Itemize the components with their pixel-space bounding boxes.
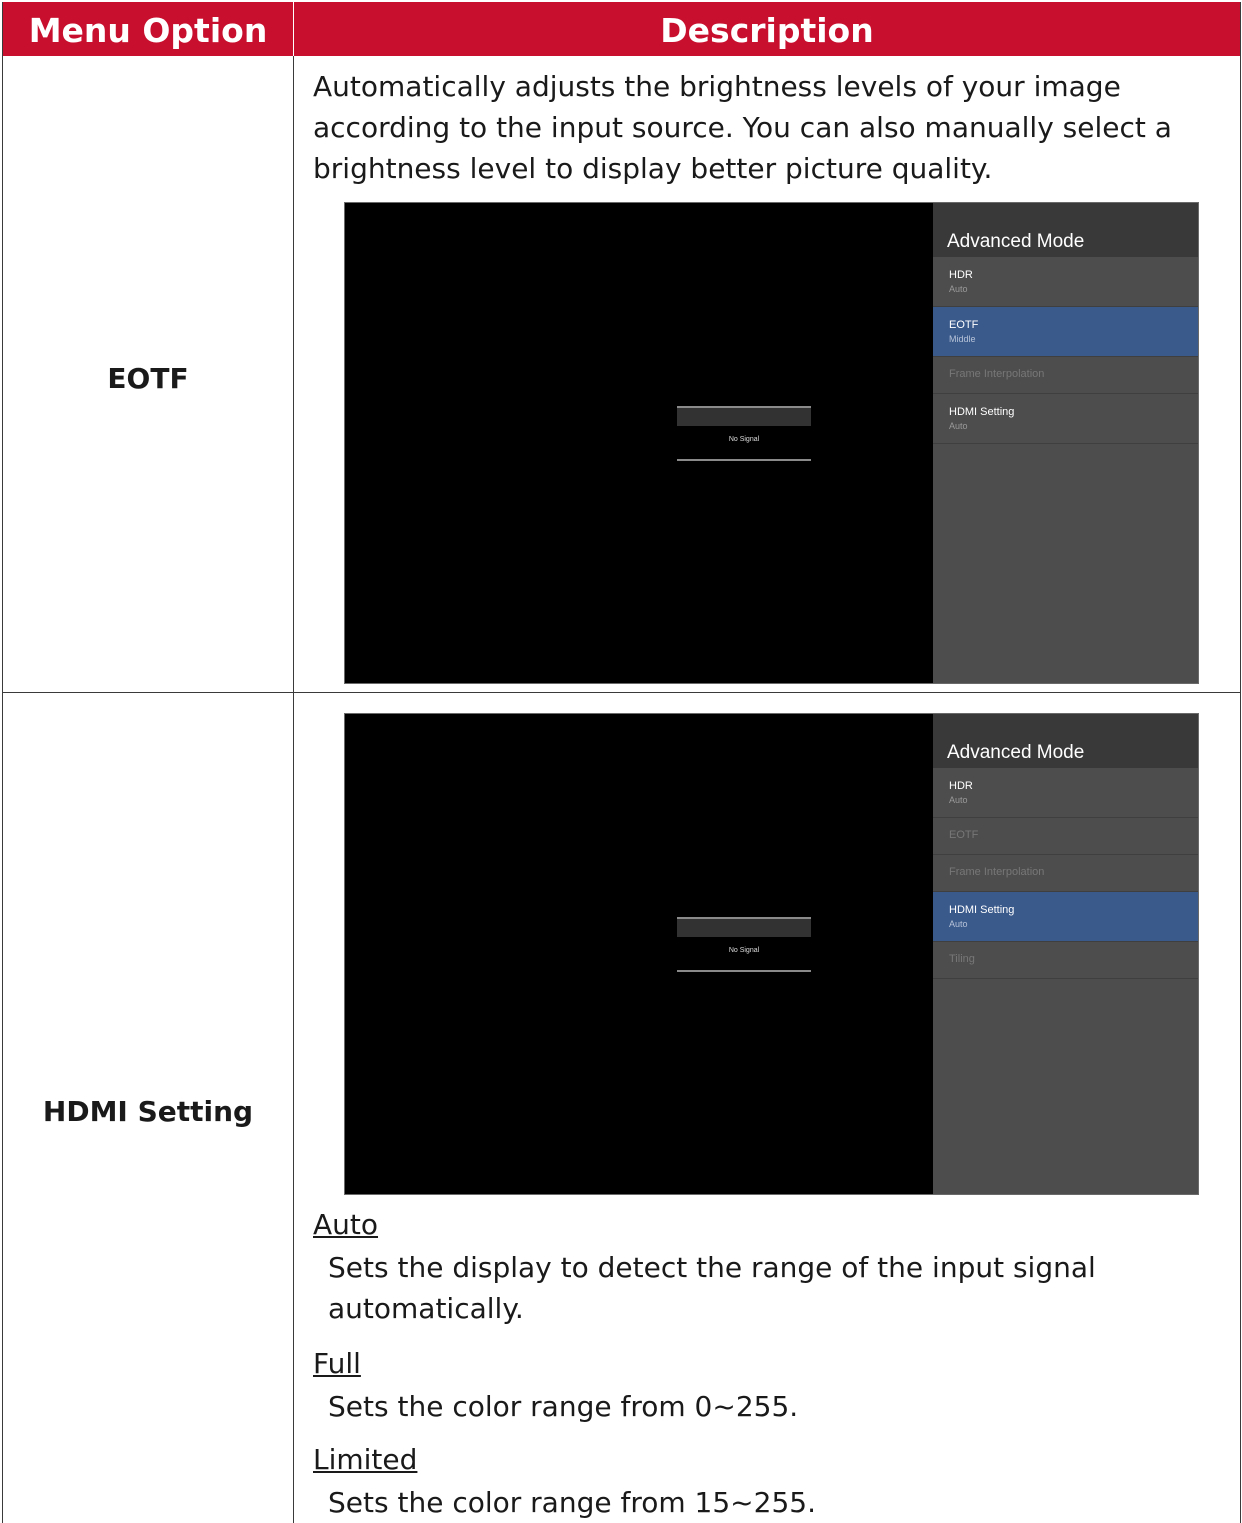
header-description: Description — [660, 11, 874, 50]
column-divider — [293, 56, 294, 1523]
option-full-description: Sets the color range from 0~255. — [328, 1390, 799, 1423]
option-limited-heading: Limited — [313, 1443, 418, 1476]
no-signal-box: No Signal — [677, 917, 811, 973]
header-menu-option: Menu Option — [28, 11, 268, 50]
no-signal-box: No Signal — [677, 406, 811, 462]
menu-item-hdmi-setting[interactable]: HDMI Setting Auto — [933, 394, 1198, 444]
panel-title: Advanced Mode — [947, 742, 1085, 763]
option-limited-description: Sets the color range from 15~255. — [328, 1486, 816, 1519]
no-signal-text: No Signal — [728, 947, 760, 954]
option-hdmi-setting: HDMI Setting — [42, 1095, 254, 1128]
eotf-screenshot: No Signal Advanced Mode HDR Auto EOTF Mi… — [344, 202, 1199, 684]
eotf-description: Automatically adjusts the brightness lev… — [313, 70, 1172, 185]
menu-item-frame-interpolation: Frame Interpolation — [933, 357, 1198, 394]
option-eotf: EOTF — [107, 362, 189, 395]
menu-item-frame-interpolation: Frame Interpolation — [933, 855, 1198, 892]
menu-table: Menu Option Description EOTF Automatical… — [2, 2, 1241, 1523]
no-signal-text: No Signal — [728, 436, 760, 443]
menu-item-eotf[interactable]: EOTF Middle — [933, 307, 1198, 357]
menu-item-eotf: EOTF — [933, 818, 1198, 855]
row-separator — [3, 692, 1240, 693]
menu-item-hdmi-setting[interactable]: HDMI Setting Auto — [933, 892, 1198, 942]
advanced-mode-panel: Advanced Mode HDR Auto EOTF Middle Frame… — [933, 203, 1198, 683]
menu-item-hdr[interactable]: HDR Auto — [933, 768, 1198, 818]
hdmi-setting-screenshot: No Signal Advanced Mode HDR Auto EOTF Fr… — [344, 713, 1199, 1195]
advanced-mode-panel: Advanced Mode HDR Auto EOTF Frame Interp… — [933, 714, 1198, 1194]
option-auto-description: Sets the display to detect the range of … — [328, 1251, 1096, 1325]
option-full-heading: Full — [313, 1347, 361, 1380]
menu-item-hdr[interactable]: HDR Auto — [933, 257, 1198, 307]
menu-item-tiling: Tiling — [933, 942, 1198, 979]
table-header: Menu Option Description — [3, 2, 1240, 56]
option-auto-heading: Auto — [313, 1208, 379, 1241]
panel-title: Advanced Mode — [947, 231, 1085, 252]
